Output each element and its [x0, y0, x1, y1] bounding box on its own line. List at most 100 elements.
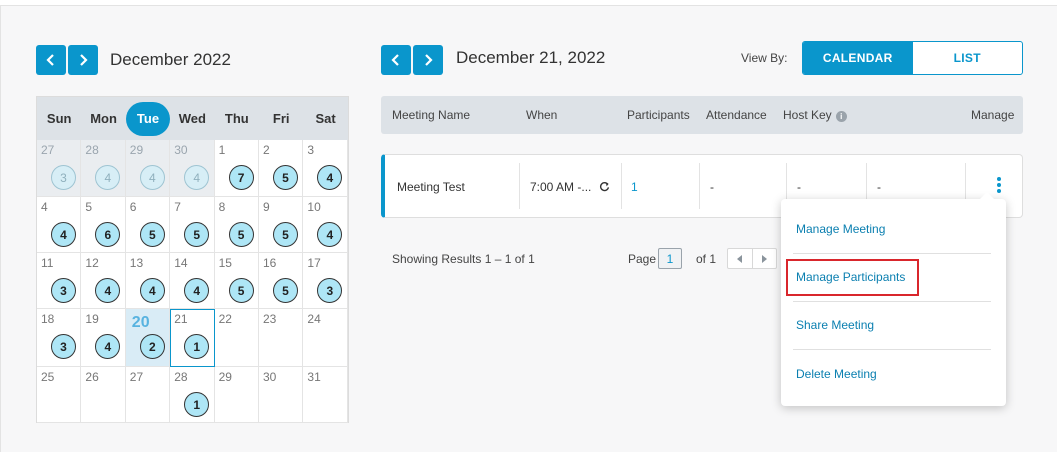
meeting-count-badge[interactable]: 3 [317, 278, 343, 303]
menu-item-manage-participants[interactable]: Manage Participants [796, 270, 905, 284]
calendar-day[interactable]: 16 5 [259, 253, 304, 309]
meeting-count-badge[interactable]: 4 [184, 165, 210, 190]
selected-date-title: December 21, 2022 [456, 48, 606, 67]
meeting-count-badge[interactable]: 3 [51, 278, 76, 303]
day-number: 25 [41, 370, 55, 384]
meeting-count-badge[interactable]: 5 [273, 278, 298, 303]
participants-count-link[interactable]: 1 [631, 180, 638, 194]
day-number: 16 [263, 256, 277, 270]
column-divider [699, 163, 700, 209]
day-number: 28 [85, 143, 99, 157]
col-host-key[interactable]: Host Key i [783, 108, 847, 122]
meeting-count-badge[interactable]: 5 [273, 165, 298, 190]
next-page-button[interactable] [751, 249, 777, 268]
calendar-day[interactable]: 19 4 [81, 309, 126, 367]
calendar-day[interactable]: 14 4 [170, 253, 215, 309]
meeting-count-badge[interactable]: 4 [317, 165, 343, 190]
col-meeting-name[interactable]: Meeting Name [392, 108, 470, 122]
calendar-day[interactable]: 30 4 [170, 140, 215, 197]
col-attendance[interactable]: Attendance [706, 108, 767, 122]
page-number-input[interactable]: 1 [658, 248, 682, 269]
caret-right-icon [762, 254, 768, 263]
menu-caret [979, 192, 995, 200]
calendar-day[interactable]: 20 2 [125, 309, 171, 367]
meeting-count-badge[interactable]: 4 [184, 278, 210, 303]
col-participants[interactable]: Participants [627, 108, 690, 122]
info-icon[interactable]: i [835, 111, 847, 122]
menu-item-delete-meeting[interactable]: Delete Meeting [796, 367, 877, 381]
weekday-sat: Sat [303, 97, 347, 140]
calendar-day[interactable]: 28 1 [170, 367, 215, 423]
calendar-day[interactable]: 13 4 [125, 253, 171, 309]
calendar-day[interactable]: 31 [303, 367, 348, 423]
calendar-day[interactable]: 15 5 [214, 253, 259, 309]
meeting-count-badge[interactable]: 5 [139, 222, 165, 247]
calendar-day[interactable]: 12 4 [81, 253, 126, 309]
calendar-day[interactable]: 28 4 [81, 140, 126, 197]
calendar-day[interactable]: 17 [214, 140, 259, 197]
meeting-count-badge[interactable]: 5 [184, 222, 210, 247]
calendar-day[interactable]: 18 3 [37, 309, 82, 367]
calendar-day[interactable]: 95 [259, 197, 304, 253]
meeting-count-badge[interactable]: 3 [51, 165, 76, 190]
meeting-count-badge[interactable]: 2 [139, 334, 165, 359]
list-view-button[interactable]: LIST [913, 42, 1023, 74]
meeting-count-badge[interactable]: 4 [51, 222, 76, 247]
next-day-button[interactable] [413, 45, 443, 75]
calendar-day[interactable]: 23 [259, 309, 304, 367]
meeting-count-badge[interactable]: 4 [317, 222, 343, 247]
prev-page-button[interactable] [728, 249, 752, 268]
meeting-count-badge[interactable]: 6 [95, 222, 121, 247]
calendar-day[interactable]: 24 [303, 309, 348, 367]
calendar-day[interactable]: 27 [125, 367, 171, 423]
calendar-day[interactable]: 30 [259, 367, 304, 423]
day-number: 17 [307, 256, 321, 270]
meeting-count-badge[interactable]: 4 [95, 165, 121, 190]
calendar-day[interactable]: 85 [214, 197, 259, 253]
manage-dropdown-menu: Manage Meeting Manage Participants Share… [781, 192, 1006, 406]
calendar-day[interactable]: 56 [81, 197, 126, 253]
meeting-count-badge[interactable]: 5 [228, 222, 254, 247]
meeting-count-badge[interactable]: 4 [95, 278, 121, 303]
meeting-count-badge[interactable]: 4 [139, 165, 165, 190]
calendar-day[interactable]: 11 3 [37, 253, 82, 309]
menu-item-share-meeting[interactable]: Share Meeting [796, 318, 874, 332]
meeting-count-badge[interactable]: 1 [184, 392, 210, 417]
calendar-day[interactable]: 29 4 [125, 140, 171, 197]
menu-item-manage-meeting[interactable]: Manage Meeting [796, 222, 885, 236]
calendar-view-button[interactable]: CALENDAR [803, 42, 913, 74]
calendar-day[interactable]: 34 [303, 140, 348, 197]
calendar-day[interactable]: 17 3 [303, 253, 348, 309]
meeting-count-badge[interactable]: 4 [95, 334, 121, 359]
calendar-day[interactable]: 75 [170, 197, 215, 253]
meeting-when: 7:00 AM -... [530, 180, 592, 194]
meeting-count-badge[interactable]: 7 [228, 165, 254, 190]
meeting-count-badge[interactable]: 1 [184, 334, 210, 359]
calendar-day[interactable]: 44 [37, 197, 82, 253]
calendar-day[interactable]: 29 [214, 367, 259, 423]
meeting-name[interactable]: Meeting Test [397, 180, 465, 194]
prev-day-button[interactable] [381, 45, 411, 75]
meeting-count-badge[interactable]: 5 [273, 222, 298, 247]
day-number: 27 [129, 370, 144, 384]
meeting-count-badge[interactable]: 4 [139, 278, 165, 303]
col-when[interactable]: When [526, 108, 557, 122]
more-options-icon[interactable] [995, 177, 1003, 197]
calendar-day[interactable]: 27 3 [37, 140, 82, 197]
calendar-day[interactable]: 21 1 [170, 309, 215, 367]
calendar-day[interactable]: 22 [214, 309, 259, 367]
prev-month-button[interactable] [36, 45, 66, 75]
calendar-day[interactable]: 25 [259, 140, 304, 197]
host-key-value: - [797, 180, 801, 194]
calendar-day[interactable]: 26 [81, 367, 126, 423]
next-month-button[interactable] [68, 45, 98, 75]
calendar-day[interactable]: 25 [37, 367, 82, 423]
day-number: 18 [41, 312, 55, 326]
meeting-count-badge[interactable]: 5 [228, 278, 254, 303]
calendar-day[interactable]: 65 [125, 197, 171, 253]
view-toggle: CALENDAR LIST [802, 41, 1023, 75]
results-summary: Showing Results 1 – 1 of 1 [392, 252, 535, 266]
meeting-count-badge[interactable]: 3 [51, 334, 76, 359]
calendar-day[interactable]: 10 4 [303, 197, 348, 253]
day-number: 6 [129, 200, 137, 214]
